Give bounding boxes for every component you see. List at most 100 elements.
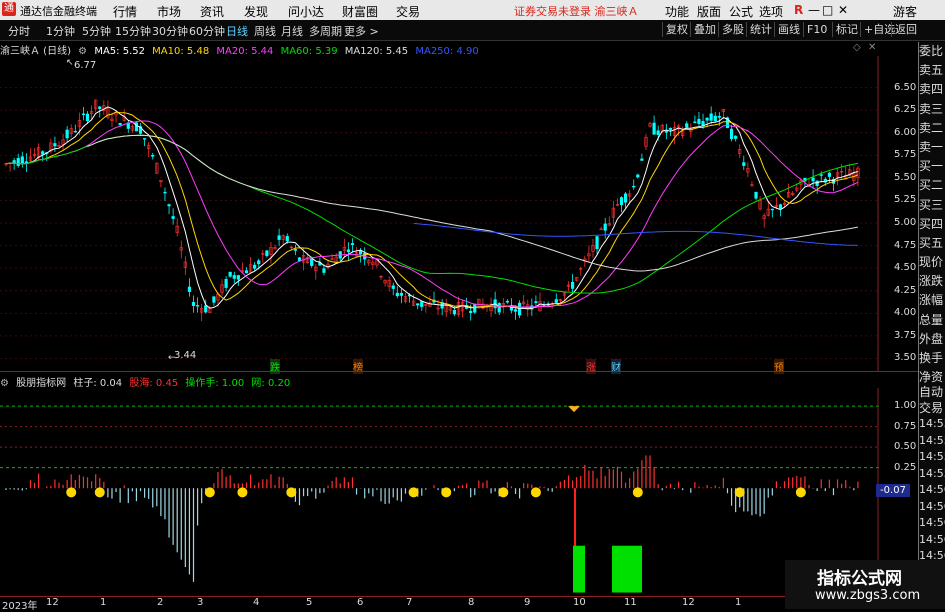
- tab-30min[interactable]: 30分钟: [152, 23, 188, 39]
- login-warning[interactable]: 证券交易未登录 渝三峡Ａ: [514, 3, 639, 19]
- low-arrow-icon: ←: [168, 353, 176, 363]
- trade-time: 14:56: [919, 483, 945, 496]
- x-tick: 8: [468, 597, 475, 608]
- menu-wealth[interactable]: 财富圈: [342, 3, 378, 20]
- candle-body: [293, 249, 298, 251]
- high-arrow-icon: ↖: [66, 58, 74, 68]
- candle-body: [41, 151, 45, 155]
- candle-body: [815, 180, 819, 186]
- period-toolbar: 分时 1分钟 5分钟 15分钟 30分钟 60分钟 日线 周线 月线 多周期 更…: [0, 20, 945, 41]
- candle-body: [656, 130, 660, 135]
- tab-5min[interactable]: 5分钟: [82, 23, 111, 39]
- draw-button[interactable]: 画线: [774, 22, 803, 37]
- ma20-line: [5, 120, 859, 308]
- guest-user[interactable]: 游客: [893, 3, 917, 20]
- x-tick: 5: [306, 597, 313, 608]
- candle-body: [819, 174, 823, 176]
- menu-trade[interactable]: 交易: [396, 3, 420, 20]
- smiley-icon: [795, 487, 806, 498]
- candle-body: [163, 191, 167, 194]
- menu-discover[interactable]: 发现: [244, 3, 268, 20]
- candle-body: [187, 286, 192, 292]
- quote-row: 外盘: [919, 331, 944, 346]
- trade-title[interactable]: 自动: [919, 384, 945, 400]
- trade-time: 14:55: [919, 417, 945, 430]
- menu-ask[interactable]: 问小达: [288, 3, 324, 20]
- price-tick: 5.75: [894, 149, 917, 161]
- smiley-icon: [286, 487, 297, 498]
- menu-news[interactable]: 资讯: [200, 3, 224, 20]
- smiley-icon: [441, 487, 452, 498]
- f10-button[interactable]: F10: [803, 22, 830, 37]
- high-price-label: 6.77: [74, 60, 97, 71]
- tab-15min[interactable]: 15分钟: [115, 23, 151, 39]
- indicator-chart[interactable]: [0, 388, 880, 595]
- candle-body: [729, 128, 734, 140]
- candle-body: [257, 260, 261, 265]
- candle-body: [265, 250, 269, 257]
- candle-body: [224, 279, 228, 288]
- overlay-button[interactable]: 叠加: [690, 22, 719, 37]
- adjust-button[interactable]: 复权: [662, 22, 691, 37]
- maximize-icon[interactable]: □: [822, 3, 833, 17]
- tab-multi[interactable]: 多周期: [309, 23, 342, 39]
- candle-body: [20, 156, 24, 164]
- back-button[interactable]: 返回: [891, 22, 920, 37]
- candle-body: [652, 122, 656, 135]
- candle-body: [171, 216, 175, 219]
- trade-time: 14:55: [919, 450, 945, 463]
- stats-button[interactable]: 统计: [746, 22, 775, 37]
- kline-chart[interactable]: [0, 56, 880, 372]
- multi-stock-button[interactable]: 多股: [718, 22, 747, 37]
- candle-body: [310, 258, 314, 266]
- minimize-icon[interactable]: —: [808, 3, 820, 17]
- menu-market[interactable]: 行情: [113, 3, 137, 20]
- tab-daily[interactable]: 日线: [226, 23, 248, 39]
- trade-title[interactable]: 交易: [919, 400, 945, 416]
- candle-body: [420, 301, 424, 307]
- candle-body: [742, 162, 746, 166]
- candle-body: [285, 236, 289, 242]
- trade-time: 14:55: [919, 466, 945, 480]
- quote-row: 卖五: [919, 63, 944, 78]
- x-tick: 11: [624, 597, 637, 608]
- candle-body: [16, 157, 20, 166]
- x-axis-line: [0, 596, 918, 597]
- mark-button[interactable]: 标记: [832, 22, 861, 37]
- x-tick: 1: [735, 597, 742, 608]
- brand-r-icon[interactable]: R: [794, 3, 803, 17]
- x-tick: 2: [157, 597, 164, 608]
- tab-1min[interactable]: 1分钟: [46, 23, 75, 39]
- close-icon[interactable]: ✕: [838, 3, 848, 17]
- quote-row: 买二: [919, 178, 944, 193]
- tab-more[interactable]: 更多 >: [344, 23, 379, 39]
- candle-body: [391, 285, 395, 289]
- price-tick: 4.50: [894, 262, 917, 274]
- tab-weekly[interactable]: 周线: [254, 23, 276, 39]
- quote-row: 换手: [919, 351, 944, 365]
- smiley-icon: [632, 487, 643, 498]
- menu-formula[interactable]: 公式: [729, 3, 753, 20]
- price-tick: 3.75: [894, 329, 917, 341]
- quote-row: 现价: [919, 255, 944, 270]
- collapse-icon[interactable]: ◇: [853, 42, 861, 53]
- tab-intraday[interactable]: 分时: [8, 23, 30, 39]
- candle-body: [359, 250, 363, 255]
- tab-monthly[interactable]: 月线: [281, 23, 303, 39]
- candle-body: [497, 303, 501, 313]
- x-tick: 9: [524, 597, 531, 608]
- menu-layout[interactable]: 版面: [697, 3, 721, 20]
- candle-body: [191, 302, 196, 306]
- candle-body: [717, 116, 721, 118]
- watermark-url: www.zbgs3.com: [815, 588, 921, 603]
- candle-body: [754, 191, 758, 199]
- candle-body: [709, 113, 713, 121]
- quote-row: 委比: [919, 44, 944, 58]
- tab-60min[interactable]: 60分钟: [189, 23, 225, 39]
- menu-market2[interactable]: 市场: [157, 3, 181, 20]
- menu-function[interactable]: 功能: [665, 3, 689, 20]
- close-pane-icon[interactable]: ✕: [868, 42, 876, 53]
- quote-row: 卖四: [919, 82, 944, 97]
- watermark: 指标公式网 www.zbgs3.com: [785, 560, 945, 609]
- menu-options[interactable]: 选项: [759, 3, 783, 20]
